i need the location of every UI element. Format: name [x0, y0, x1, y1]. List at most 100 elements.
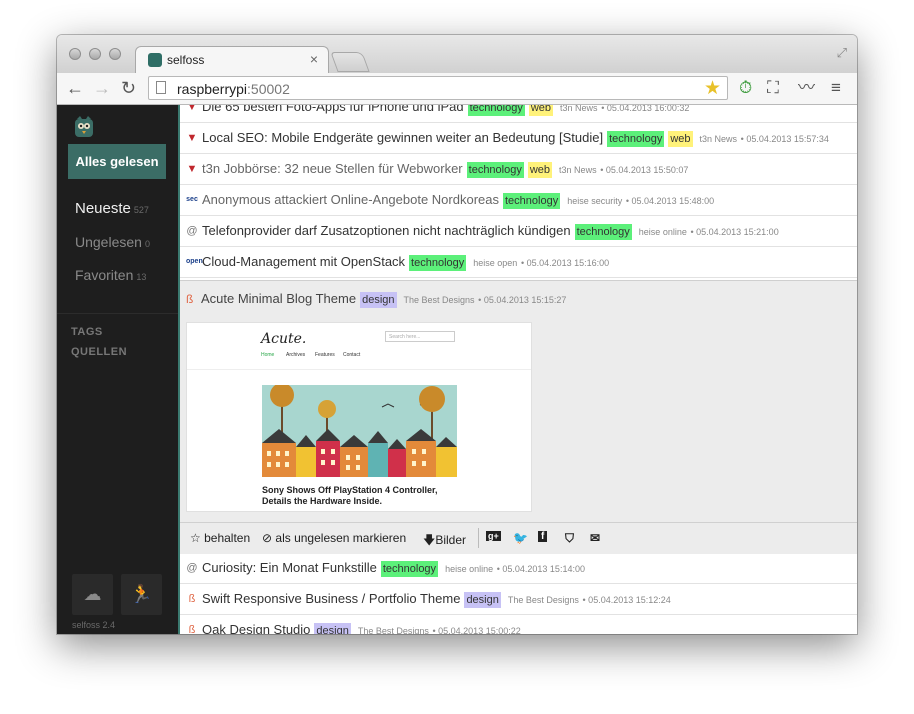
list-item[interactable]: @ Telefonprovider darf Zusatzoptionen ni…	[180, 216, 857, 247]
tag-technology[interactable]: technology	[409, 255, 467, 271]
entry-title[interactable]: Acute Minimal Blog Theme	[201, 291, 356, 306]
preview-search: Search here...	[385, 331, 455, 342]
entry-title[interactable]: Oak Design Studio	[202, 622, 310, 634]
tag-design[interactable]: design	[314, 623, 351, 634]
selfoss-favicon-icon	[148, 53, 162, 67]
tag-technology[interactable]: technology	[380, 561, 439, 577]
entry-source: heise open	[473, 258, 518, 268]
nav-starred[interactable]: Favoriten 13	[75, 267, 146, 283]
entry-title[interactable]: Anonymous attackiert Online-Angebote Nor…	[202, 192, 499, 207]
mark-unread-button[interactable]: ⊘ als ungelesen markieren	[262, 531, 406, 545]
tag-design[interactable]: design	[464, 592, 501, 608]
google-plus-icon[interactable]: g+	[486, 531, 501, 541]
entry-title[interactable]: t3n Jobbörse: 32 neue Stellen für Webwor…	[202, 161, 463, 176]
entry-title[interactable]: Telefonprovider darf Zusatzoptionen nich…	[202, 223, 571, 238]
entry-date: • 05.04.2013 15:12:24	[582, 595, 671, 605]
keep-button[interactable]: ☆ behalten	[190, 531, 250, 545]
selfoss-page: Alles gelesen Neueste 527 Ungelesen 0 Favo…	[57, 105, 857, 634]
url-text[interactable]: raspberrypi:50002	[177, 81, 290, 97]
fullscreen-icon[interactable]: ⤢	[837, 45, 847, 61]
entry-date: • 05.04.2013 15:21:00	[690, 227, 779, 237]
entry-source: heise online	[445, 564, 494, 574]
mark-all-read-button[interactable]: Alles gelesen	[68, 144, 166, 179]
extension-clock-icon[interactable]: ⏱	[739, 79, 752, 97]
tag-technology[interactable]: technology	[503, 193, 561, 209]
list-item[interactable]: open Cloud-Management mit OpenStack techn…	[180, 247, 857, 278]
back-arrow-icon[interactable]: ←	[66, 78, 84, 98]
entry-source: The Best Designs	[357, 626, 429, 634]
minimize-window-button[interactable]	[89, 48, 101, 60]
version-label: selfoss 2.4	[72, 620, 116, 630]
entry-date: • 05.04.2013 16:00:32	[601, 105, 690, 113]
list-item[interactable]: sec Anonymous attackiert Online-Angebote…	[180, 185, 857, 216]
entry-source: t3n News	[560, 105, 598, 113]
expanded-entry: ß Acute Minimal Blog Theme design The Best…	[180, 280, 857, 554]
tag-technology[interactable]: technology	[607, 131, 665, 147]
sources-section-toggle[interactable]: QUELLEN	[71, 346, 127, 358]
tag-design[interactable]: design	[360, 292, 397, 308]
zoom-window-button[interactable]	[109, 48, 121, 60]
preview-menu-item: Contact	[343, 352, 361, 358]
tab-selfoss[interactable]: selfoss ×	[135, 46, 329, 74]
tag-technology[interactable]: technology	[574, 224, 632, 240]
sidebar: Alles gelesen Neueste 527 Ungelesen 0 Favo…	[57, 105, 178, 634]
cloud-refresh-icon[interactable]: ☁	[72, 574, 113, 615]
page-icon	[156, 81, 166, 94]
selfoss-logo-icon	[75, 116, 93, 137]
tab-title: selfoss	[167, 53, 205, 67]
nav-newest[interactable]: Neueste 527	[75, 200, 149, 217]
facebook-icon[interactable]: f	[538, 531, 548, 542]
entry-date: • 05.04.2013 15:15:27	[478, 295, 567, 305]
action-divider	[478, 528, 479, 548]
new-tab-button[interactable]	[330, 52, 370, 72]
preview-header: Acute. Search here... Home Archives Feat…	[187, 323, 531, 370]
entry-title[interactable]: Swift Responsive Business / Portfolio Th…	[202, 591, 460, 606]
tab-strip: selfoss × ⤢	[57, 35, 857, 74]
tag-web[interactable]: web	[668, 131, 693, 147]
list-item[interactable]: ▼ t3n Jobbörse: 32 neue Stellen für Webw…	[180, 154, 857, 185]
load-images-button[interactable]: 🡇Bilder	[423, 531, 466, 552]
check-circle-icon: ⊘	[262, 531, 273, 545]
pocket-icon[interactable]: ⛉	[565, 531, 574, 546]
bookmark-star-icon[interactable]: ★	[704, 77, 721, 100]
forward-arrow-icon[interactable]: →	[93, 78, 111, 98]
tag-web[interactable]: web	[527, 162, 553, 178]
entry-date: • 05.04.2013 15:57:34	[740, 134, 829, 144]
preview-illustration	[262, 385, 457, 477]
tab-close-icon[interactable]: ×	[310, 51, 318, 67]
entry-source: The Best Designs	[403, 295, 475, 305]
twitter-icon[interactable]: 🐦	[513, 531, 528, 545]
email-icon[interactable]: ✉	[590, 531, 600, 545]
close-window-button[interactable]	[69, 48, 81, 60]
sidebar-divider	[57, 313, 178, 314]
tag-technology[interactable]: technology	[466, 162, 524, 178]
entry-title[interactable]: Local SEO: Mobile Endgeräte gewinnen wei…	[202, 130, 603, 145]
entry-date: • 05.04.2013 15:48:00	[625, 196, 715, 206]
entry-title[interactable]: Die 65 besten Foto-Apps für iPhone und i…	[202, 105, 464, 114]
entry-title[interactable]: Cloud-Management mit OpenStack	[202, 254, 405, 269]
entry-title[interactable]: Curiosity: Ein Monat Funkstille	[202, 560, 377, 575]
list-item[interactable]: ▼ Local SEO: Mobile Endgeräte gewinnen w…	[180, 123, 857, 154]
logout-runner-icon[interactable]: 🏃	[121, 574, 162, 615]
list-item[interactable]: ß Oak Design Studio design The Best Design…	[180, 615, 857, 634]
tag-web[interactable]: web	[528, 105, 554, 116]
tags-section-toggle[interactable]: TAGS	[71, 326, 103, 338]
screen-capture-icon[interactable]: ⛶	[767, 79, 779, 97]
list-item[interactable]: ▼ Die 65 besten Foto-Apps für iPhone und…	[180, 105, 857, 123]
address-bar[interactable]: raspberrypi:50002 ★	[148, 76, 728, 100]
list-item[interactable]: @ Curiosity: Ein Monat Funkstille technol…	[180, 553, 857, 584]
menu-icon[interactable]: ≡	[831, 79, 841, 97]
list-item[interactable]: ß Swift Responsive Business / Portfolio …	[180, 584, 857, 615]
pulse-icon[interactable]: 〰	[798, 79, 815, 97]
entry-date: • 05.04.2013 15:50:07	[600, 165, 689, 175]
tag-technology[interactable]: technology	[467, 105, 525, 116]
reload-icon[interactable]: ↻	[121, 78, 136, 98]
download-arrow-icon: 🡇	[423, 533, 436, 547]
entry-date: • 05.04.2013 15:14:00	[496, 564, 585, 574]
nav-unread[interactable]: Ungelesen 0	[75, 234, 150, 250]
preview-menu-item: Archives	[286, 352, 306, 358]
t3n-icon: ▼	[186, 105, 198, 113]
browser-toolbar: ← → ↻ raspberrypi:50002 ★ ⏱ ⛶ 〰 ≡	[57, 73, 857, 105]
bestdesigns-icon: ß	[188, 624, 196, 634]
entry-source: The Best Designs	[507, 595, 579, 605]
